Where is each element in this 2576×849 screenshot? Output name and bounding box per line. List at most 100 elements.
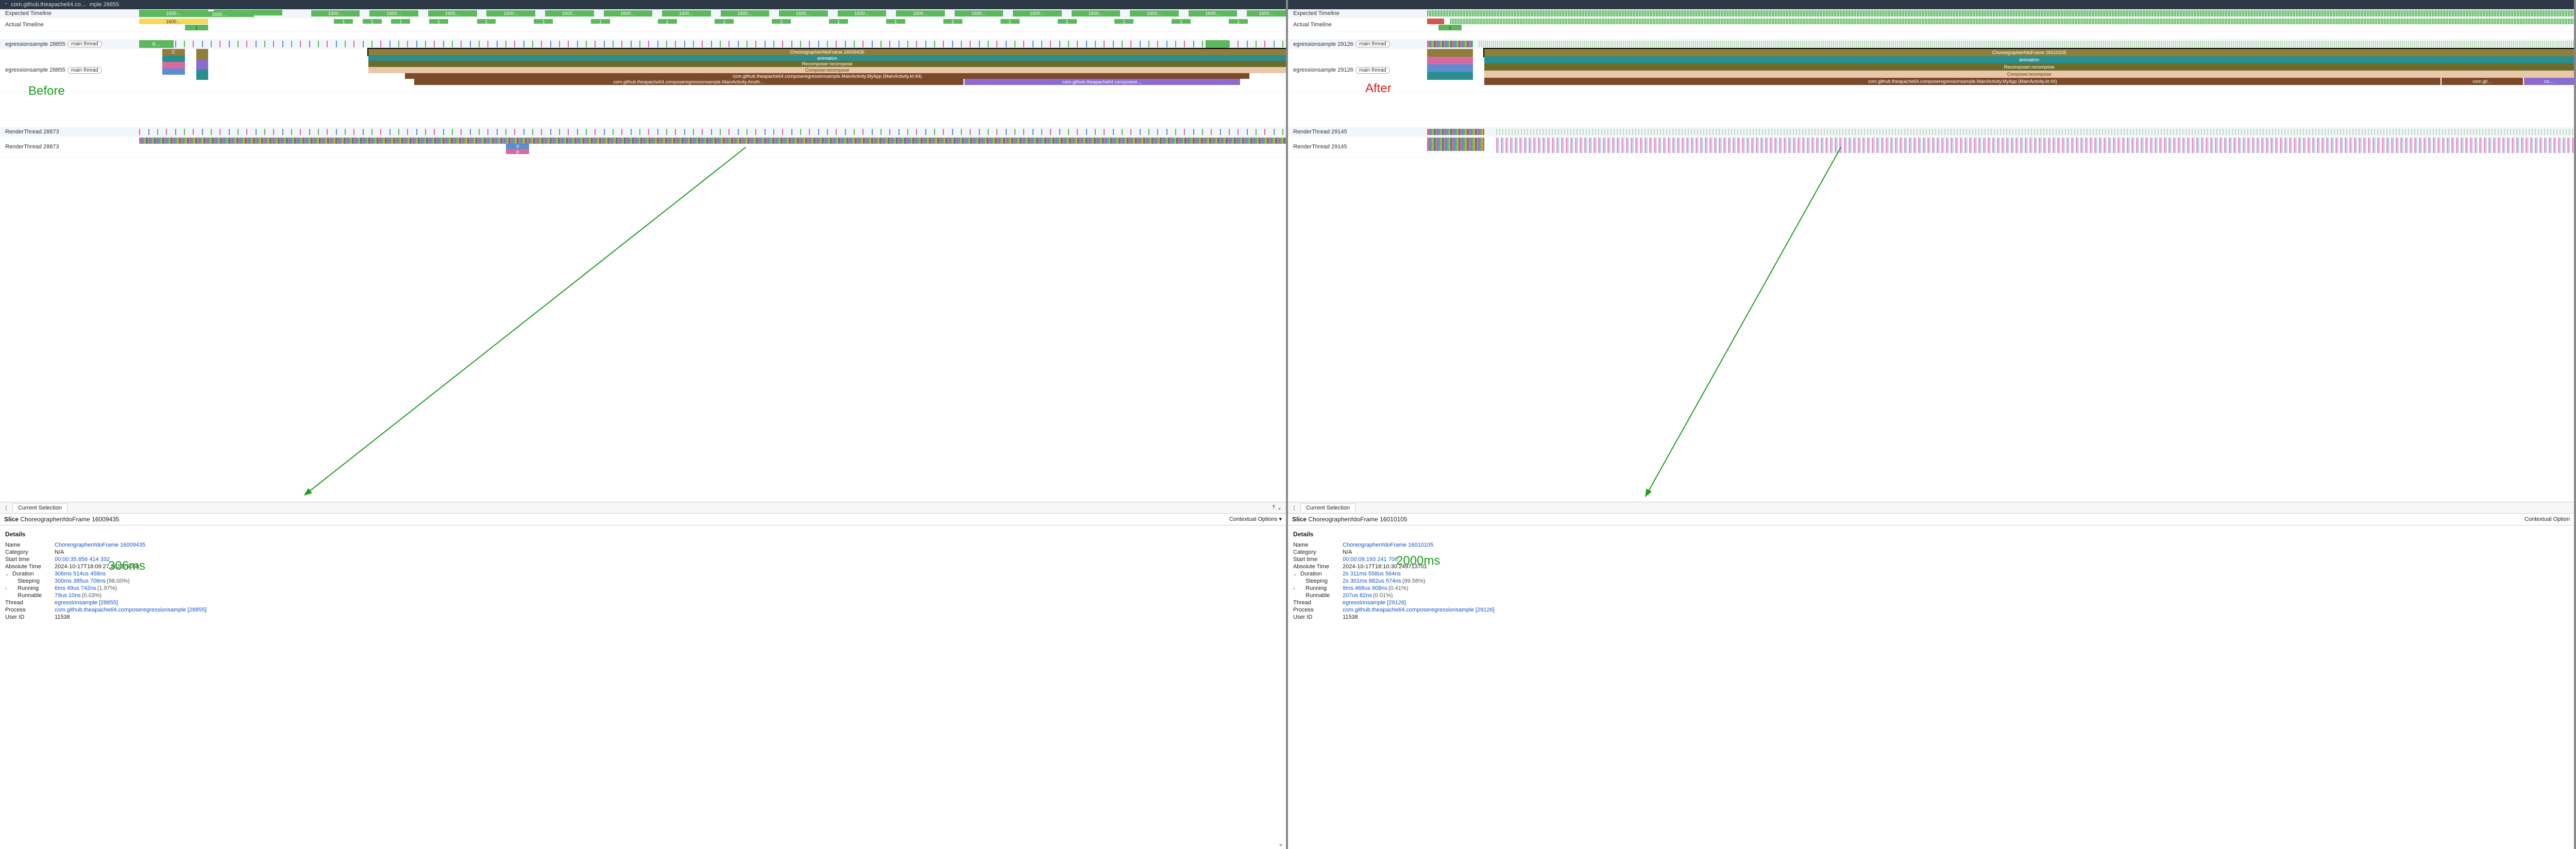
- slice-tiny[interactable]: [162, 69, 185, 75]
- slice-tiny[interactable]: [1427, 49, 1473, 57]
- slice-tiny[interactable]: [162, 62, 185, 69]
- slice-render-p[interactable]: p: [506, 149, 529, 154]
- slice-animation[interactable]: animation: [368, 55, 1286, 61]
- kv-key-running[interactable]: ›Running: [1293, 585, 1336, 591]
- actual-frame-small[interactable]: 1: [715, 19, 734, 24]
- slice-tiny[interactable]: [162, 56, 185, 62]
- expected-frame-block[interactable]: 1600…: [779, 10, 828, 16]
- expected-frame-block[interactable]: 1600…: [1072, 10, 1121, 16]
- chevron-down-icon[interactable]: ⌄: [1277, 504, 1282, 511]
- actual-frame-small[interactable]: 1: [477, 19, 496, 24]
- kv-value-starttime[interactable]: 00:00:35.656 414 332: [55, 556, 110, 563]
- slice-choreographer-doframe[interactable]: Choreographer#doFrame 16009435: [368, 49, 1286, 55]
- tab-current-selection[interactable]: Current Selection: [12, 503, 67, 512]
- slice-tiny[interactable]: [1427, 72, 1473, 80]
- slice-tiny[interactable]: [196, 70, 208, 80]
- slice-tiny[interactable]: [1427, 64, 1473, 72]
- kv-value-name[interactable]: Choreographer#doFrame 16009435: [55, 542, 145, 548]
- kv-value-running[interactable]: 9ms 468us 908ns: [1343, 585, 1387, 591]
- actual-frame-small[interactable]: 1: [1438, 25, 1462, 30]
- kv-value-name[interactable]: Choreographer#doFrame 16010105: [1343, 542, 1433, 548]
- kv-value-sleeping[interactable]: 2s 301ms 882us 574ns: [1343, 578, 1401, 584]
- actual-frame-block-selected[interactable]: 1600…: [139, 19, 208, 24]
- actual-frame-small[interactable]: 1: [943, 19, 962, 24]
- expected-frame-block[interactable]: 1600…: [662, 10, 711, 16]
- expected-frame-block[interactable]: 1600…: [545, 10, 594, 16]
- chevron-up-icon[interactable]: ⌃: [4, 2, 8, 8]
- track-label-renderthread[interactable]: RenderThread 29145: [1288, 128, 1427, 136]
- expected-frame-block[interactable]: 1600…: [955, 10, 1004, 16]
- thread-activity-strip[interactable]: [139, 138, 1286, 144]
- actual-frame-small[interactable]: 1: [363, 19, 382, 24]
- actual-frame-small[interactable]: 1: [429, 19, 448, 24]
- chevron-right-icon[interactable]: ›: [5, 586, 7, 591]
- track-label-expected[interactable]: Expected Timeline: [1288, 9, 1427, 18]
- actual-frame-small[interactable]: 1: [1114, 19, 1133, 24]
- actual-frame-small[interactable]: 1: [591, 19, 610, 24]
- chevron-down-icon[interactable]: ⌄: [5, 571, 9, 577]
- expected-frame-block[interactable]: 1600…: [896, 10, 945, 16]
- expected-frame-block[interactable]: 1600…: [486, 10, 535, 16]
- kv-value-sleeping[interactable]: 300ms 385us 706ns: [55, 578, 106, 584]
- slice-tiny[interactable]: [196, 59, 208, 70]
- thread-activity-strip[interactable]: [1427, 129, 1484, 135]
- expected-frame-block[interactable]: 1600…: [311, 10, 360, 16]
- slice-compose-recompose[interactable]: Compose:recompose: [1484, 71, 2574, 78]
- kv-key-duration[interactable]: ⌄Duration: [5, 571, 48, 577]
- slice-tiny[interactable]: [1427, 57, 1473, 64]
- pin-icon[interactable]: ⤒: [1273, 504, 1275, 511]
- actual-frame-small[interactable]: 1: [1229, 19, 1248, 24]
- actual-frame-small[interactable]: 1: [534, 19, 553, 24]
- actual-frame-small[interactable]: 1: [829, 19, 848, 24]
- actual-frame-small[interactable]: 1: [185, 25, 208, 30]
- slice-tiny[interactable]: [196, 49, 208, 59]
- scroll-down-icon[interactable]: ⌄: [1278, 839, 1284, 848]
- track-label-renderthread[interactable]: RenderThread 28873: [0, 128, 139, 136]
- slice-mainactivity-another[interactable]: com.github.theapache64.composeregression…: [414, 79, 963, 85]
- slice-recomposer[interactable]: Recomposer:recompose: [368, 61, 1286, 67]
- slice-co[interactable]: co…: [2524, 78, 2574, 85]
- kv-value-running[interactable]: 6ms 49us 742ns: [55, 585, 96, 591]
- thread-activity-strip[interactable]: [1496, 138, 2574, 153]
- timeline-region[interactable]: Expected Timeline 1600… 1600… 1600… 1600…: [0, 9, 1286, 502]
- thread-activity-strip[interactable]: [1496, 129, 2574, 135]
- slice-composere[interactable]: com.github.theapache64.composere…: [964, 79, 1240, 85]
- track-label-thread[interactable]: egressionsample 28855 main thread: [0, 49, 139, 91]
- slice-tiny[interactable]: R…: [139, 40, 174, 48]
- expected-frame-block[interactable]: 1600…: [721, 10, 770, 16]
- slice-recomposer[interactable]: Recomposer:recompose: [1484, 63, 2574, 71]
- track-label-thread[interactable]: egressionsample 28855 main thread: [0, 40, 139, 48]
- tab-current-selection[interactable]: Current Selection: [1300, 503, 1355, 512]
- track-label-expected[interactable]: Expected Timeline: [0, 9, 139, 18]
- kv-value-process[interactable]: com.github.theapache64.composeregression…: [1343, 607, 1495, 613]
- track-label-renderthread[interactable]: RenderThread 28873: [0, 137, 139, 157]
- actual-frame-small[interactable]: 1: [772, 19, 791, 24]
- kv-value-duration[interactable]: 306ms 514us 458ns: [55, 571, 106, 577]
- slice-mainactivity-myapp[interactable]: com.github.theapache64.composeregression…: [405, 73, 1249, 79]
- slice-comgit[interactable]: com.git…: [2442, 78, 2523, 85]
- kv-value-starttime[interactable]: 00:00:09.193 241 706: [1343, 556, 1398, 563]
- expected-frame-block[interactable]: 1600…: [1189, 10, 1238, 16]
- track-label-actual[interactable]: Actual Timeline: [1288, 18, 1427, 31]
- expected-frame-block[interactable]: 1600…: [1013, 10, 1062, 16]
- kv-value-process[interactable]: com.github.theapache64.composeregression…: [55, 607, 207, 613]
- kv-key-running[interactable]: ›Running: [5, 585, 48, 591]
- contextual-options-button[interactable]: Contextual Options ▾: [1229, 516, 1282, 522]
- kv-value-runnable[interactable]: 79us 10ns: [55, 592, 81, 599]
- actual-frame-small[interactable]: 1: [1172, 19, 1191, 24]
- slice-tiny[interactable]: [1206, 40, 1229, 48]
- thread-activity-strip[interactable]: [139, 129, 1286, 135]
- actual-frame-small[interactable]: 1: [886, 19, 905, 24]
- kv-value-duration[interactable]: 2s 311ms 558us 564ns: [1343, 571, 1401, 577]
- actual-frame-small[interactable]: 1: [1058, 19, 1077, 24]
- thread-activity-strip[interactable]: [1427, 138, 1484, 151]
- slice-animation[interactable]: animation: [1484, 56, 2574, 63]
- slice-tiny[interactable]: C: [162, 49, 185, 56]
- kv-value-runnable[interactable]: 207us 82ns: [1343, 592, 1372, 599]
- thread-activity-strip[interactable]: [139, 41, 1286, 47]
- slice-mainactivity-myapp[interactable]: com.github.theapache64.composeregression…: [1484, 78, 2441, 85]
- chevron-right-icon[interactable]: ›: [1293, 586, 1295, 591]
- thread-activity-strip[interactable]: [1479, 41, 2574, 47]
- expected-frame-block[interactable]: 1600…: [1247, 10, 1286, 16]
- track-label-thread[interactable]: egressionsample 29126 main thread: [1288, 40, 1427, 48]
